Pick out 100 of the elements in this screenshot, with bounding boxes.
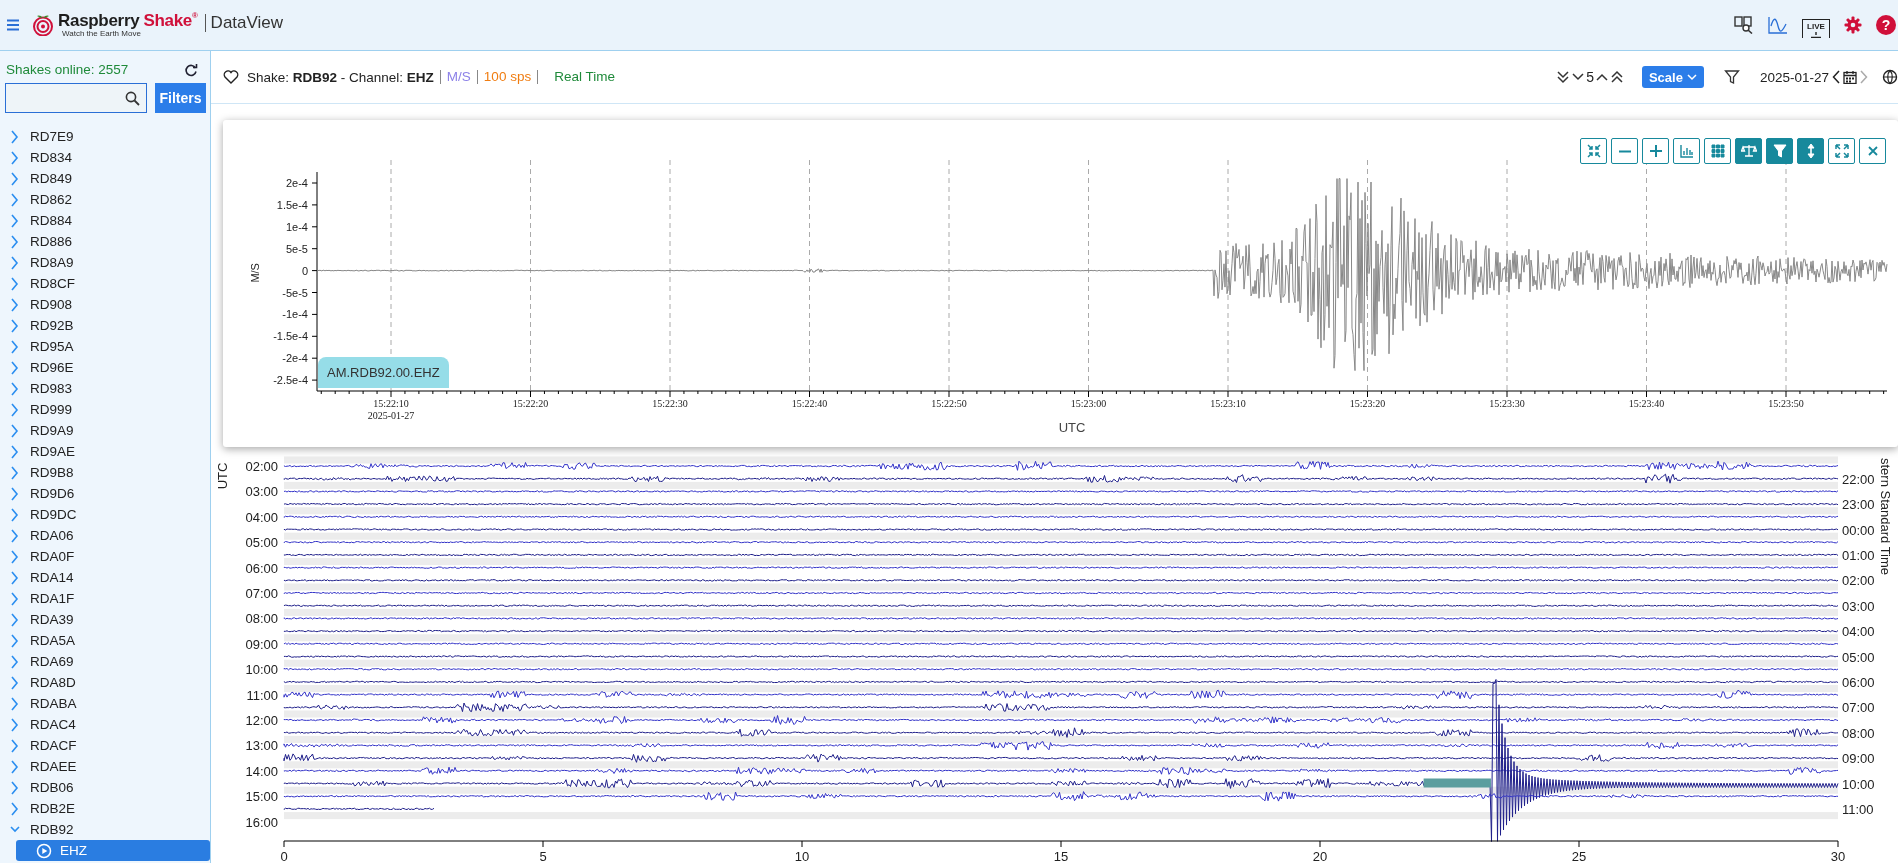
station-item[interactable]: RDAEE: [0, 756, 210, 777]
compare-icon[interactable]: [1734, 16, 1754, 34]
chevron-right-icon[interactable]: [10, 297, 20, 312]
chevron-right-icon[interactable]: [10, 444, 20, 459]
station-item[interactable]: RDA14: [0, 567, 210, 588]
station-item[interactable]: RD9AE: [0, 441, 210, 462]
chevron-right-icon[interactable]: [10, 423, 20, 438]
calendar-icon[interactable]: [1843, 70, 1857, 84]
station-item[interactable]: RDABA: [0, 693, 210, 714]
filter-icon[interactable]: [1723, 69, 1740, 85]
settings-icon[interactable]: [1844, 16, 1862, 34]
online-count: Shakes online: 2557: [6, 62, 129, 77]
chevron-right-icon[interactable]: [10, 675, 20, 690]
station-item[interactable]: RD8CF: [0, 273, 210, 294]
chevron-right-icon[interactable]: [10, 591, 20, 606]
help-button[interactable]: ?: [1876, 15, 1896, 35]
axis-tick-label: 07:00: [1842, 700, 1875, 716]
station-item[interactable]: RD92B: [0, 315, 210, 336]
station-item[interactable]: RD7E9: [0, 126, 210, 147]
station-item[interactable]: RDB2E: [0, 798, 210, 819]
station-item[interactable]: RD849: [0, 168, 210, 189]
station-item[interactable]: RD999: [0, 399, 210, 420]
chevron-right-icon[interactable]: [10, 318, 20, 333]
station-item[interactable]: RD862: [0, 189, 210, 210]
chevron-right-icon[interactable]: [10, 360, 20, 375]
chevron-right-icon[interactable]: [10, 528, 20, 543]
chevron-right-icon[interactable]: [10, 507, 20, 522]
grid-button[interactable]: [1704, 138, 1731, 164]
chevron-left-icon[interactable]: [1832, 70, 1840, 84]
chevron-right-icon[interactable]: [10, 276, 20, 291]
chevron-right-icon[interactable]: [10, 402, 20, 417]
scale-button[interactable]: [1735, 138, 1762, 164]
station-item[interactable]: RD9A9: [0, 420, 210, 441]
chevron-right-icon[interactable]: [10, 192, 20, 207]
station-item[interactable]: RD95A: [0, 336, 210, 357]
station-item[interactable]: RDA5A: [0, 630, 210, 651]
station-item[interactable]: RDA69: [0, 651, 210, 672]
search-icon[interactable]: [125, 90, 140, 106]
station-item[interactable]: RD8A9: [0, 252, 210, 273]
station-item[interactable]: RDA06: [0, 525, 210, 546]
close-button[interactable]: [1859, 138, 1886, 164]
station-item[interactable]: RD9DC: [0, 504, 210, 525]
chevron-right-icon[interactable]: [10, 255, 20, 270]
refresh-icon[interactable]: [184, 62, 198, 77]
chevron-right-icon[interactable]: [10, 234, 20, 249]
vertical-arrows-button[interactable]: [1797, 138, 1824, 164]
station-item[interactable]: RDA1F: [0, 588, 210, 609]
chevron-right-icon[interactable]: [10, 150, 20, 165]
bar-chart-button[interactable]: [1673, 138, 1700, 164]
search-field[interactable]: [5, 83, 147, 113]
chevron-right-icon[interactable]: [10, 570, 20, 585]
expand-button[interactable]: [1828, 138, 1855, 164]
chevron-right-icon[interactable]: [10, 339, 20, 354]
chevron-right-icon[interactable]: [10, 213, 20, 228]
station-item[interactable]: RDA39: [0, 609, 210, 630]
filter-button[interactable]: [1766, 138, 1793, 164]
heart-icon[interactable]: [223, 70, 239, 84]
chevron-right-icon[interactable]: [10, 759, 20, 774]
double-chevron-up-icon[interactable]: [1609, 70, 1624, 84]
chevron-right-icon[interactable]: [10, 612, 20, 627]
chevron-right-icon[interactable]: [10, 654, 20, 669]
globe-icon[interactable]: [1882, 69, 1898, 85]
station-item[interactable]: RD983: [0, 378, 210, 399]
play-icon[interactable]: [36, 842, 52, 859]
scale-dropdown[interactable]: Scale: [1641, 66, 1704, 88]
chevron-right-icon[interactable]: [10, 738, 20, 753]
station-item[interactable]: RD908: [0, 294, 210, 315]
station-item[interactable]: RDB06: [0, 777, 210, 798]
station-item[interactable]: RDB92: [0, 819, 210, 840]
station-item[interactable]: RD9B8: [0, 462, 210, 483]
filters-button[interactable]: Filters: [155, 83, 206, 113]
station-item[interactable]: RDACF: [0, 735, 210, 756]
station-item[interactable]: RD96E: [0, 357, 210, 378]
station-item[interactable]: RDA0F: [0, 546, 210, 567]
station-item[interactable]: RDA8D: [0, 672, 210, 693]
chevron-right-icon[interactable]: [10, 801, 20, 816]
station-item[interactable]: RD884: [0, 210, 210, 231]
live-monitor-button[interactable]: LIVE: [1802, 18, 1830, 38]
chevron-right-icon[interactable]: [10, 717, 20, 732]
axis-tick-label: 05:00: [1842, 649, 1875, 665]
zoom-out-button[interactable]: [1611, 138, 1638, 164]
chevron-right-icon[interactable]: [10, 381, 20, 396]
chevron-right-icon[interactable]: [10, 486, 20, 501]
station-item[interactable]: RD834: [0, 147, 210, 168]
chevron-right-icon[interactable]: [10, 171, 20, 186]
chevron-right-icon[interactable]: [10, 633, 20, 648]
station-item[interactable]: RD9D6: [0, 483, 210, 504]
line-chart-icon[interactable]: [1768, 16, 1788, 34]
chevron-right-icon[interactable]: [10, 780, 20, 795]
channel-item[interactable]: EHZ: [16, 840, 210, 861]
station-item[interactable]: RDAC4: [0, 714, 210, 735]
chevron-right-icon[interactable]: [10, 696, 20, 711]
chevron-right-icon[interactable]: [10, 465, 20, 480]
collapse-button[interactable]: [1580, 138, 1607, 164]
station-item[interactable]: RD886: [0, 231, 210, 252]
double-chevron-down-icon[interactable]: [1556, 70, 1571, 84]
menu-icon[interactable]: [6, 19, 20, 31]
chevron-right-icon[interactable]: [10, 129, 20, 144]
zoom-in-button[interactable]: [1642, 138, 1669, 164]
chevron-right-icon[interactable]: [10, 549, 20, 564]
